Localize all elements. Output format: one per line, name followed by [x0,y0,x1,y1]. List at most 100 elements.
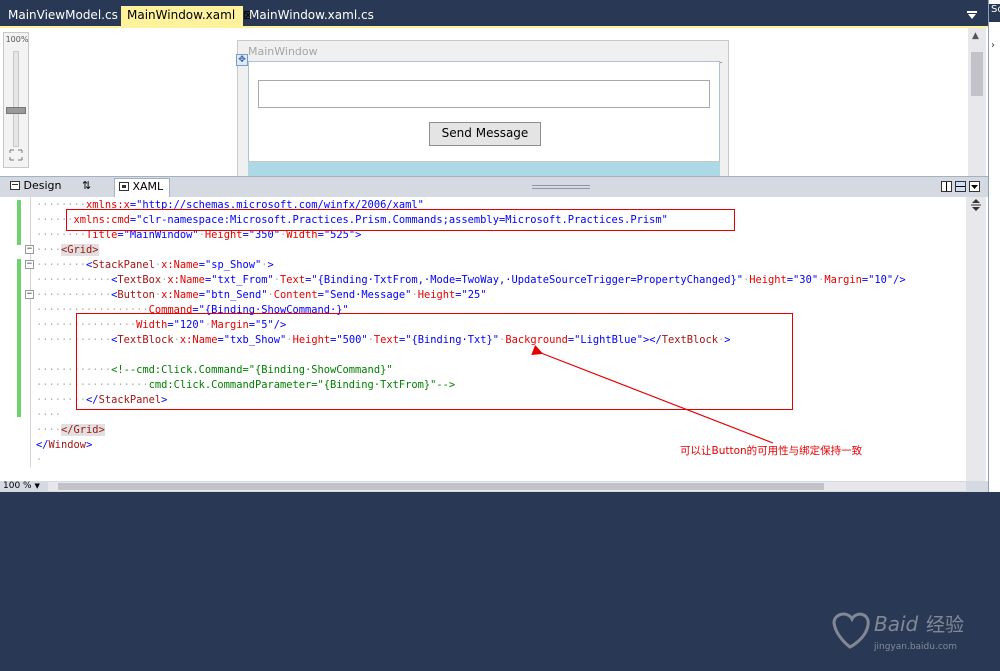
move-handle-icon[interactable]: ✥ [236,54,248,66]
tab-mainwindow-xaml[interactable]: MainWindow.xaml ⊠ [121,6,253,26]
send-message-button[interactable]: Send Message [429,122,541,146]
code-token: Window [48,439,87,451]
tab-label: MainViewModel.cs [8,8,118,22]
outline-guide [30,197,31,467]
tab-label: MainWindow.xaml.cs [249,8,374,22]
tab-xaml[interactable]: XAML [114,178,170,197]
panel-title: So [989,4,1000,22]
code-line[interactable]: ············<TextBox·x:Name="txt_From"·T… [36,273,906,288]
code-token: ···· [36,409,62,421]
code-token: ="{Binding·TxtFrom,·Mode=TwoWay,·UpdateS… [305,274,743,286]
designer-vertical-scrollbar[interactable]: ▲ [968,28,986,178]
tab-overflow-dropdown-icon[interactable] [966,8,980,22]
design-view-icon [10,179,24,192]
design-window-preview[interactable]: MainWindow ✥ Send Message [236,40,729,196]
code-token: ="30" [786,274,819,286]
window-title: MainWindow [248,45,318,58]
code-token: </ [36,439,49,451]
collapse-stackpanel-icon[interactable]: − [25,260,34,269]
scroll-thumb[interactable] [971,52,983,96]
code-line[interactable]: ···· [36,408,61,423]
tab-label: MainWindow.xaml [127,8,236,22]
split-editor-icon[interactable] [969,199,983,213]
code-token: > [267,259,274,271]
svg-text:经验: 经验 [926,614,964,636]
tab-design-label: Design [23,179,62,192]
code-token: x:Name [161,289,199,301]
code-token: ="txt_From" [204,274,274,286]
zoom-track[interactable] [13,51,19,147]
collapse-grid-icon[interactable]: − [25,245,34,254]
tab-mainviewmodel-cs[interactable]: MainViewModel.cs [2,6,124,26]
code-token: </Grid> [61,424,105,436]
code-token: > [86,439,93,451]
code-line[interactable]: · [36,453,42,468]
code-token: ············ [36,274,112,286]
horizontal-split-icon[interactable] [955,181,966,192]
zoom-level-label: 100% [5,35,29,44]
code-token: ="25" [455,289,487,301]
code-token: ="Send·Message" [317,289,412,301]
change-marker [17,259,21,417]
annotation-arrow [531,344,774,444]
code-token: Button [117,289,155,301]
code-token: Text [280,274,306,286]
splitter-grip[interactable] [532,185,590,189]
zoom-thumb[interactable] [6,107,26,114]
collapse-pane-icon[interactable] [969,181,980,192]
code-token: TextBox [117,274,162,286]
editor-zoom-dropdown[interactable]: 100 % ▼ [0,481,40,492]
code-line[interactable]: ····<Grid> [36,243,99,258]
code-token: x:Name [167,274,205,286]
solution-explorer-panel: So › [988,0,1000,492]
code-token: StackPanel [92,259,155,271]
design-xaml-splitter-bar: Design ⇅ XAML [0,176,988,197]
code-line[interactable]: ····</Grid> [36,423,105,438]
xaml-view-icon [119,180,133,193]
code-line[interactable]: ········<StackPanel·x:Name="sp_Show"·> [36,258,274,273]
code-token: ···· [36,424,62,436]
code-line[interactable]: </Window> [36,438,92,453]
editor-zoom-value: 100 % [3,481,32,491]
code-token: ="sp_Show" [198,259,262,271]
code-token: <Grid> [61,244,99,256]
swap-panes-icon: ⇅ [82,179,92,192]
code-token: Content [273,289,318,301]
zoom-to-fit-icon[interactable] [8,149,24,163]
code-token: · [36,454,43,466]
swap-panes-button[interactable]: ⇅ [78,178,95,197]
annotation-box-namespace [66,209,735,231]
expand-chevron-icon[interactable]: › [991,40,995,51]
window-content: Send Message [248,61,720,196]
xaml-designer-surface: 100% MainWindow ✥ Send Message ▲ [0,26,988,196]
tab-design[interactable]: Design [6,178,65,197]
editor-horizontal-scrollbar[interactable] [48,482,966,491]
code-token: ="10"/> [861,274,906,286]
zoom-slider[interactable]: 100% [3,32,29,168]
annotation-note: 可以让Button的可用性与绑定保持一致 [680,445,863,457]
tab-xaml-label: XAML [132,180,164,193]
svg-text:Baid: Baid [874,612,919,636]
collapse-button-icon[interactable]: − [25,290,34,299]
svg-text:jingyan.baidu.com: jingyan.baidu.com [873,642,957,652]
editor-status-bar: 100 % ▼ [0,481,988,492]
document-tab-strip: MainViewModel.cs MainWindow.xaml ⊠ MainWi… [0,0,988,26]
code-token: x:Name [161,259,199,271]
code-token: ···· [36,244,62,256]
code-token: Height [749,274,787,286]
xaml-code-editor[interactable]: − − − ········xmlns:x="http://schemas.mi… [0,197,988,652]
baidu-jingyan-watermark: Baid 经验 jingyan.baidu.com [832,612,964,652]
chevron-down-icon[interactable]: ▼ [34,482,39,490]
code-token: ········ [36,259,87,271]
tab-mainwindow-xaml-cs[interactable]: MainWindow.xaml.cs [243,6,380,26]
scroll-up-icon[interactable]: ▲ [972,31,979,41]
hscroll-thumb[interactable] [58,483,824,490]
editor-vertical-scrollbar[interactable] [966,197,986,481]
vertical-split-icon[interactable] [941,181,952,192]
code-token: Margin [824,274,862,286]
code-token: Height [417,289,456,301]
code-token: ············ [36,289,112,301]
code-line[interactable]: ············<Button·x:Name="btn_Send"·Co… [36,288,487,303]
code-token: ="btn_Send" [198,289,268,301]
txt-from-textbox[interactable] [258,80,710,108]
